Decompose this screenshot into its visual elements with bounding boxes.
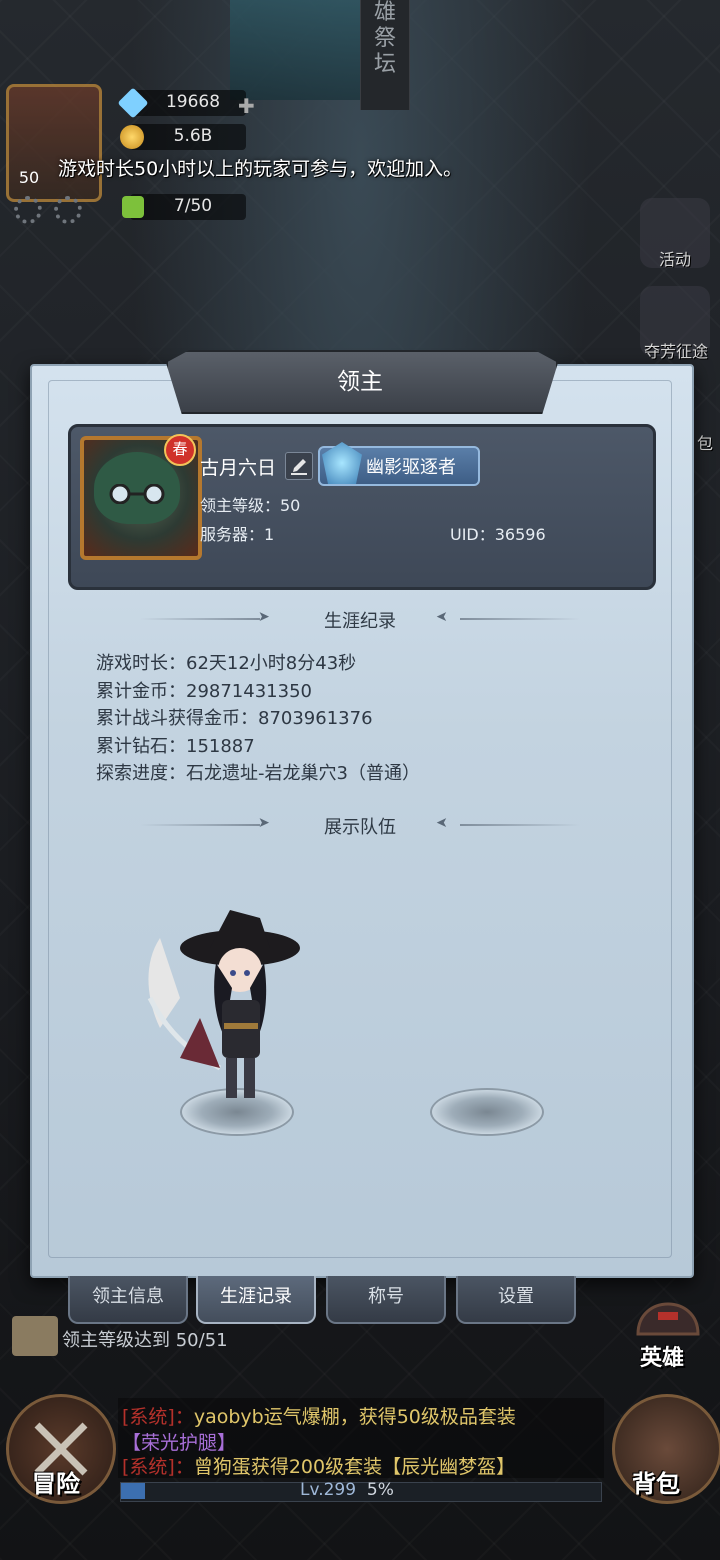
divider-right	[460, 618, 580, 620]
player-name: 古月六日	[200, 457, 277, 479]
chat-text: 获得200级套装	[250, 1456, 383, 1478]
stat-play-time: 游戏时长：62天12小时8分43秒	[96, 653, 357, 674]
experience-fill	[121, 1483, 145, 1499]
xp-percent: 5%	[366, 1480, 394, 1500]
notice-banner: 游戏时长50小时以上的玩家可参与，欢迎加入。	[58, 158, 463, 180]
hero-character[interactable]	[140, 908, 310, 1108]
server-number: 服务器：1	[200, 525, 275, 544]
panel-title: 领主	[337, 369, 383, 395]
edit-icon	[291, 459, 307, 475]
altar-sign: 雄 祭 坛	[373, 0, 396, 77]
altar-glow	[230, 0, 360, 100]
arrow-left-icon: ➤	[436, 815, 448, 831]
hero-nav-label: 英雄	[640, 1346, 685, 1371]
adventure-label: 冒险	[32, 1470, 80, 1498]
stat-total-diamonds: 累计钻石：151887	[96, 736, 255, 757]
stat-battle-gold: 累计战斗获得金币：8703961376	[96, 708, 373, 729]
stat-total-gold: 累计金币：29871431350	[96, 681, 312, 702]
title-badge-text: 幽影驱逐者	[366, 457, 456, 478]
edit-name-button[interactable]	[285, 452, 313, 480]
spring-tag: 春	[164, 434, 196, 466]
gear-icon[interactable]	[14, 196, 42, 224]
arrow-left-icon: ➤	[436, 609, 448, 625]
lord-level-progress: 领主等级达到 50/51	[62, 1330, 228, 1351]
system-tag: [系统]：	[122, 1406, 194, 1428]
chat-line-3: [系统]：曾狗蛋获得200级套装【辰光幽梦盔】	[122, 1452, 515, 1479]
avatar-glasses-icon	[109, 484, 165, 504]
divider-left	[140, 824, 260, 826]
bag-label: 背包	[632, 1470, 680, 1498]
player-uid: UID：36596	[450, 525, 546, 544]
add-gem-icon[interactable]: ✚	[238, 94, 255, 118]
experience-text: Lv.299 5%	[300, 1480, 394, 1500]
stamina-icon	[122, 196, 144, 218]
gem-count: 19668	[165, 92, 221, 112]
divider-left	[140, 618, 260, 620]
gear-icon[interactable]	[54, 196, 82, 224]
system-tag: [系统]：	[122, 1456, 194, 1478]
tab-lord-info[interactable]: 领主信息	[68, 1276, 188, 1324]
stamina-count: 7/50	[173, 196, 213, 216]
chat-user: yaobyb	[193, 1406, 264, 1428]
stat-exploration: 探索进度：石龙遗址-岩龙巢穴3（普通）	[96, 763, 420, 784]
hud-level: 50	[18, 168, 40, 187]
contest-label: 夺芳征途	[643, 342, 708, 361]
quest-scroll-icon[interactable]	[12, 1316, 58, 1356]
chat-line-1: [系统]：yaobyb运气爆棚，获得50级极品套装	[122, 1402, 516, 1429]
chat-item: 【辰光幽梦盔】	[382, 1456, 516, 1478]
career-header: 生涯纪录	[324, 611, 396, 632]
helmet-icon	[636, 1302, 700, 1336]
divider-right	[460, 824, 580, 826]
tab-titles[interactable]: 称号	[326, 1276, 446, 1324]
chat-text: 运气爆棚，获得50级极品套装	[263, 1406, 516, 1428]
coin-icon	[120, 125, 144, 149]
events-label: 活动	[658, 250, 691, 269]
team-header: 展示队伍	[324, 817, 396, 838]
xp-level: Lv.299	[300, 1480, 357, 1500]
chat-user: 曾狗蛋	[193, 1456, 251, 1478]
gold-count: 5.6B	[173, 126, 213, 146]
hero-nav-button[interactable]	[628, 1284, 708, 1344]
bag-side-label: 包	[696, 434, 713, 453]
chat-item: 【荣光护腿】	[122, 1432, 237, 1454]
tab-career-record[interactable]: 生涯记录	[196, 1276, 316, 1324]
lord-level: 领主等级：50	[200, 496, 301, 515]
tab-settings[interactable]: 设置	[456, 1276, 576, 1324]
team-slot-2[interactable]	[430, 1088, 544, 1136]
